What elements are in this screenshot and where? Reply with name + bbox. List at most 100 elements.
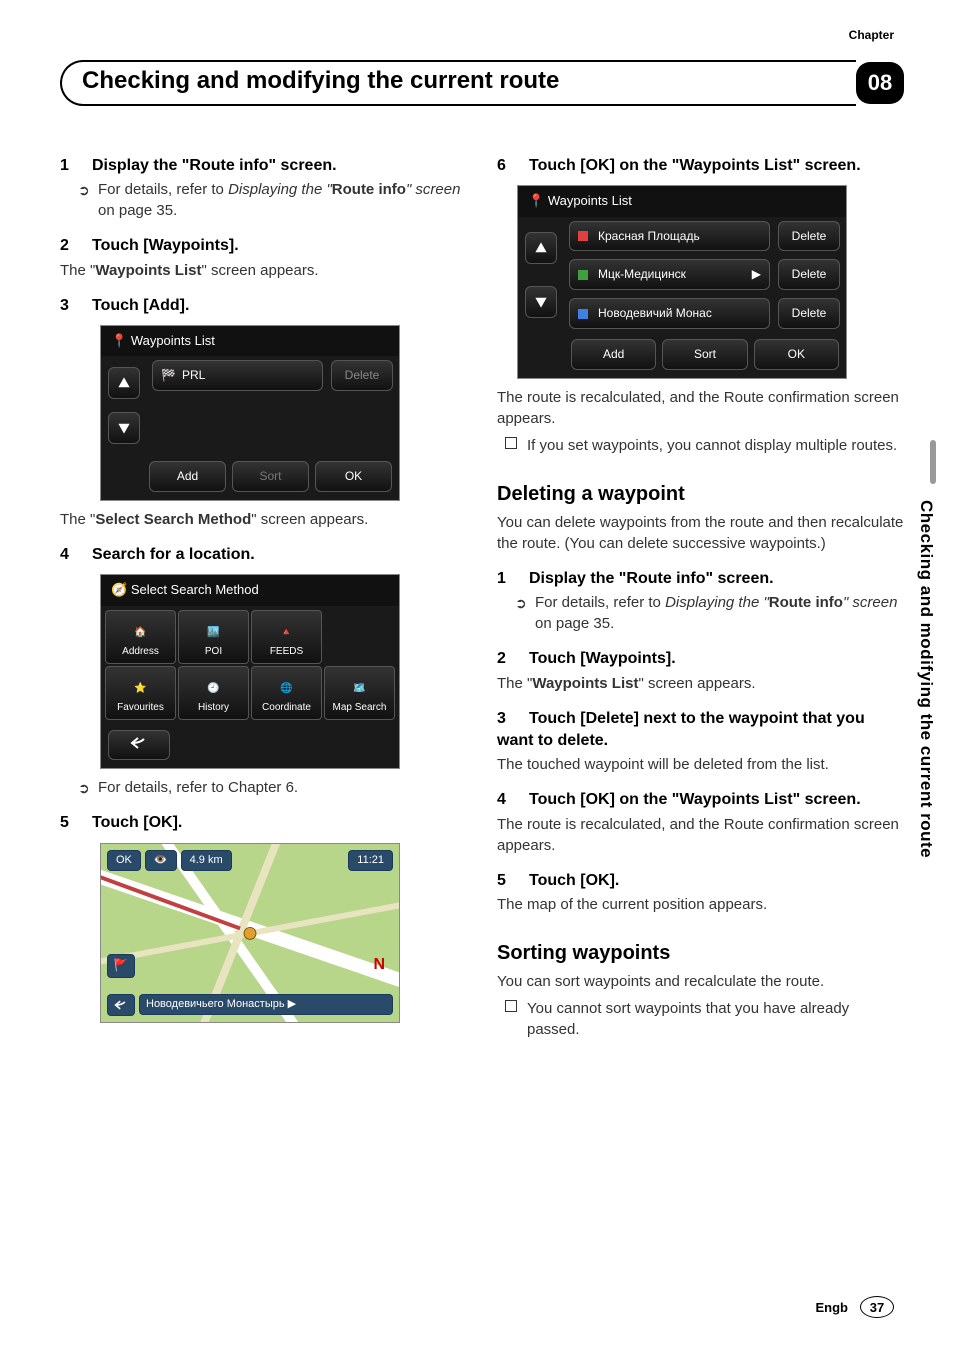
scroll-down-button[interactable] (525, 286, 557, 318)
sorting-note: You cannot sort waypoints that you have … (497, 998, 904, 1040)
pin-icon: 📍 (111, 333, 127, 348)
step-text: Display the "Route info" screen. (529, 570, 774, 587)
flag-icon (578, 270, 588, 280)
left-column: 1Display the "Route info" screen. ➲ For … (60, 141, 467, 1044)
note-waypoints-multiple: If you set waypoints, you cannot display… (497, 435, 904, 456)
step-number: 3 (497, 708, 529, 730)
screenshot-waypoints-list-2: 📍 Waypoints List Красная Площ (517, 185, 847, 378)
map-destination[interactable]: Новодевичьего Монастырь ▶ (139, 994, 393, 1015)
address-icon: 🏠 (131, 623, 151, 643)
map-time: 11:21 (348, 850, 393, 871)
search-history-button[interactable]: 🕘History (178, 666, 249, 720)
flag-icon (578, 231, 588, 241)
map-back-button[interactable] (107, 994, 135, 1016)
title-bar: Checking and modifying the current route… (60, 60, 904, 106)
page-footer: Engb 37 (816, 1296, 895, 1318)
map-distance: 4.9 km (181, 850, 232, 871)
ref-icon: ➲ (78, 181, 90, 201)
scroll-down-button[interactable] (108, 412, 140, 444)
search-favourites-button[interactable]: ⭐Favourites (105, 666, 176, 720)
step-text: Touch [Waypoints]. (529, 650, 676, 667)
sorting-intro: You can sort waypoints and recalculate t… (497, 971, 904, 992)
ref-icon: ➲ (78, 779, 90, 799)
note-icon (505, 437, 517, 449)
sort-button[interactable]: Sort (232, 461, 309, 492)
ok-button[interactable]: OK (315, 461, 392, 492)
waypoint-item[interactable]: Мцк-Медицинск ▶ (569, 259, 770, 290)
delete-button[interactable]: Delete (778, 259, 840, 290)
waypoint-item[interactable]: 🏁 PRL (152, 360, 323, 391)
globe-icon: 🌐 (277, 679, 297, 699)
scroll-up-button[interactable] (108, 367, 140, 399)
step-2-body: The "Waypoints List" screen appears. (60, 260, 467, 281)
side-tab-accent (930, 440, 936, 484)
step-number: 5 (497, 870, 529, 892)
page-number: 37 (860, 1296, 894, 1318)
delete-button[interactable]: Delete (778, 298, 840, 329)
north-indicator: N (373, 954, 385, 976)
map-ok-button[interactable]: OK (107, 850, 141, 871)
chapter-label: Chapter (849, 28, 894, 42)
step-number: 2 (60, 235, 92, 257)
step-3-head: 3Touch [Add]. (60, 295, 467, 317)
dstep-1-detail: ➲ For details, refer to Displaying the "… (497, 592, 904, 634)
ref-icon: ➲ (515, 594, 527, 614)
dstep-4-head: 4Touch [OK] on the "Waypoints List" scre… (497, 789, 904, 811)
step-text: Touch [OK]. (92, 814, 182, 831)
dstep-3-head: 3Touch [Delete] next to the waypoint tha… (497, 708, 904, 753)
compass-icon: 🧭 (111, 582, 127, 597)
dstep-2-body: The "Waypoints List" screen appears. (497, 673, 904, 694)
favourites-icon: ⭐ (131, 679, 151, 699)
back-button[interactable] (108, 730, 170, 761)
ok-button[interactable]: OK (754, 339, 839, 370)
step-text: Search for a location. (92, 546, 255, 563)
flag-icon: 🏁 (161, 367, 176, 384)
sorting-heading: Sorting waypoints (497, 939, 904, 967)
step-text: Touch [Delete] next to the waypoint that… (497, 710, 865, 749)
waypoint-item[interactable]: Новодевичий Монас (569, 298, 770, 329)
step-1-detail: ➲ For details, refer to Displaying the "… (60, 179, 467, 221)
flag-icon (578, 309, 588, 319)
map-icon: 🗺️ (350, 679, 370, 699)
step-text: Touch [OK]. (529, 872, 619, 889)
step-number: 4 (60, 544, 92, 566)
step-number: 1 (60, 155, 92, 177)
screenshot-select-search-method: 🧭 Select Search Method 🏠Address 🏙️POI 🔺F… (100, 574, 400, 769)
step-number: 3 (60, 295, 92, 317)
step-number: 4 (497, 789, 529, 811)
step-number: 6 (497, 155, 529, 177)
step-6-head: 6Touch [OK] on the "Waypoints List" scre… (497, 155, 904, 177)
step-text: Touch [Waypoints]. (92, 237, 239, 254)
search-coordinate-button[interactable]: 🌐Coordinate (251, 666, 322, 720)
page: Chapter Checking and modifying the curre… (0, 0, 954, 1352)
ss-title: 🧭 Select Search Method (101, 575, 399, 605)
map-flag-button[interactable]: 🚩 (107, 954, 135, 978)
step-1-head: 1Display the "Route info" screen. (60, 155, 467, 177)
delete-button[interactable]: Delete (778, 221, 840, 252)
search-address-button[interactable]: 🏠Address (105, 610, 176, 664)
dstep-2-head: 2Touch [Waypoints]. (497, 648, 904, 670)
map-view-button[interactable]: 👁️ (145, 850, 177, 871)
search-map-button[interactable]: 🗺️Map Search (324, 666, 395, 720)
screenshot-waypoints-list-1: 📍 Waypoints List (100, 325, 400, 501)
search-poi-button[interactable]: 🏙️POI (178, 610, 249, 664)
sort-button[interactable]: Sort (662, 339, 747, 370)
step-5-head: 5Touch [OK]. (60, 812, 467, 834)
step-text: Display the "Route info" screen. (92, 157, 337, 174)
step-2-head: 2Touch [Waypoints]. (60, 235, 467, 257)
delete-button[interactable]: Delete (331, 360, 393, 391)
dstep-4-body: The route is recalculated, and the Route… (497, 814, 904, 856)
step-number: 1 (497, 568, 529, 590)
right-column: 6Touch [OK] on the "Waypoints List" scre… (497, 141, 904, 1044)
ss-title: 📍 Waypoints List (101, 326, 399, 356)
dstep-1-head: 1Display the "Route info" screen. (497, 568, 904, 590)
search-feeds-button[interactable]: 🔺FEEDS (251, 610, 322, 664)
content-columns: 1Display the "Route info" screen. ➲ For … (60, 141, 904, 1044)
add-button[interactable]: Add (149, 461, 226, 492)
ss-title: 📍 Waypoints List (518, 186, 846, 216)
waypoint-item[interactable]: Красная Площадь (569, 221, 770, 252)
side-tab-text: Checking and modifying the current route (908, 500, 936, 858)
add-button[interactable]: Add (571, 339, 656, 370)
deleting-intro: You can delete waypoints from the route … (497, 512, 904, 554)
scroll-up-button[interactable] (525, 232, 557, 264)
